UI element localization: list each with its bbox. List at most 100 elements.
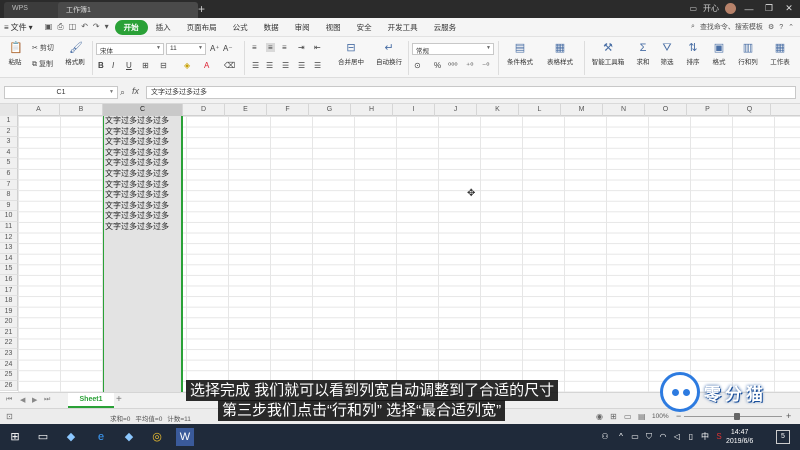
first-sheet-icon[interactable]: ⏮ (6, 396, 12, 404)
zoom-in-button[interactable]: + (786, 411, 791, 421)
tab-workbook[interactable]: 工作簿1 (58, 2, 198, 18)
menu-item-page-layout[interactable]: 页面布局 (179, 22, 225, 33)
column-header-o[interactable]: O (645, 104, 687, 116)
avatar[interactable] (725, 3, 736, 14)
fx-icon[interactable]: fx (132, 86, 139, 96)
column-header-m[interactable]: M (561, 104, 603, 116)
minimize-icon[interactable]: — (742, 4, 756, 14)
monitor-icon[interactable]: ▭ (689, 4, 697, 13)
user-name[interactable]: 开心 (703, 3, 719, 14)
worksheet-button[interactable]: ▦ 工作表 (766, 42, 794, 66)
name-box[interactable]: C1 ▼ (4, 86, 118, 99)
column-header-e[interactable]: E (225, 104, 267, 116)
column-header-i[interactable]: I (393, 104, 435, 116)
notification-center-icon[interactable]: 5 (776, 430, 790, 444)
row-header[interactable]: 13 (0, 243, 18, 254)
sheet-tab-sheet1[interactable]: Sheet1 (68, 393, 114, 408)
format-button[interactable]: ▣ 格式 (708, 42, 730, 66)
decrease-decimal-icon[interactable]: ⁻⁰ (482, 61, 489, 70)
cell-c10[interactable]: 文字过多过多过多 (104, 211, 181, 222)
align-middle-icon[interactable]: ≡ (266, 43, 275, 52)
column-header-k[interactable]: K (477, 104, 519, 116)
eraser-icon[interactable]: ⌫ (224, 61, 235, 70)
row-header[interactable]: 2 (0, 126, 18, 138)
percent-icon[interactable]: % (434, 61, 441, 70)
font-name-select[interactable]: 宋体 ▼ (96, 43, 164, 55)
currency-icon[interactable]: ⊙ (414, 61, 421, 70)
print-icon[interactable]: ⎙ (57, 22, 63, 32)
selected-column-c[interactable]: 文字过多过多过多 文字过多过多过多 文字过多过多过多 文字过多过多过多 文字过多… (103, 116, 183, 392)
column-header-h[interactable]: H (351, 104, 393, 116)
formula-input[interactable]: 文字过多过多过多 (146, 86, 796, 99)
magnifier-icon[interactable]: ⌕ (120, 87, 125, 98)
reading-view-icon[interactable]: ▤ (638, 412, 646, 421)
align-right-icon[interactable]: ☰ (282, 61, 289, 70)
column-header-c[interactable]: C (103, 104, 183, 116)
row-header[interactable]: 24 (0, 359, 18, 371)
format-painter-button[interactable]: 🖌 格式刷 (62, 42, 88, 66)
wps-icon[interactable]: W (176, 428, 194, 446)
cell-c4[interactable]: 文字过多过多过多 (104, 148, 181, 159)
start-icon[interactable]: ⊞ (6, 428, 24, 446)
align-left-icon[interactable]: ☰ (252, 61, 259, 70)
cut-button[interactable]: ✂ 剪切 (32, 43, 54, 53)
increase-font-icon[interactable]: A⁺ (210, 44, 220, 53)
sort-button[interactable]: ⇅ 排序 (682, 42, 704, 66)
cell-c7[interactable]: 文字过多过多过多 (104, 180, 181, 191)
bold-icon[interactable]: B (98, 61, 104, 70)
add-sheet-button[interactable]: + (116, 394, 122, 405)
menu-item-review[interactable]: 审阅 (287, 22, 318, 33)
cell-c2[interactable]: 文字过多过多过多 (104, 127, 181, 138)
app-icon[interactable]: ◆ (120, 428, 138, 446)
preview-icon[interactable]: ◫ (69, 22, 77, 32)
merge-center-button[interactable]: ⊟ 合并居中 (332, 42, 370, 66)
copy-button[interactable]: ⧉ 复制 (32, 59, 53, 69)
row-header[interactable]: 20 (0, 317, 18, 328)
outdent-icon[interactable]: ⇤ (314, 43, 321, 52)
column-header-j[interactable]: J (435, 104, 477, 116)
cell-c6[interactable]: 文字过多过多过多 (104, 169, 181, 180)
row-header[interactable]: 14 (0, 253, 18, 265)
command-search[interactable]: 查找命令、搜索模板 (700, 22, 763, 32)
zoom-out-button[interactable]: − (676, 411, 681, 421)
app-icon[interactable]: ◆ (62, 428, 80, 446)
row-header[interactable]: 15 (0, 264, 18, 275)
clock[interactable]: 14:47 2019/6/6 (726, 428, 753, 446)
next-sheet-icon[interactable]: ▶ (32, 396, 37, 404)
row-header[interactable]: 22 (0, 338, 18, 350)
row-header[interactable]: 11 (0, 221, 18, 233)
row-header[interactable]: 1 (0, 116, 18, 127)
menu-item-cloud[interactable]: 云服务 (426, 22, 465, 33)
settings-icon[interactable]: ⚙ (768, 23, 774, 31)
italic-icon[interactable]: I (112, 61, 114, 70)
number-format-select[interactable]: 常规 ▼ (412, 43, 494, 55)
maximize-icon[interactable]: ❐ (762, 3, 776, 14)
sum-button[interactable]: Σ 求和 (632, 42, 654, 66)
zoom-slider-track[interactable] (684, 416, 782, 417)
cell-c1[interactable]: 文字过多过多过多 (104, 116, 181, 127)
menu-item-home[interactable]: 开始 (114, 19, 148, 35)
justify-icon[interactable]: ☰ (298, 61, 305, 70)
distribute-icon[interactable]: ☰ (314, 61, 321, 70)
row-header[interactable]: 7 (0, 179, 18, 191)
zoom-level[interactable]: 100% (652, 413, 669, 420)
smart-toolbox-button[interactable]: ⚒ 智能工具箱 (588, 42, 628, 66)
zoom-slider-handle[interactable] (734, 413, 740, 420)
cell-c11[interactable]: 文字过多过多过多 (104, 222, 181, 233)
column-header-n[interactable]: N (603, 104, 645, 116)
paste-button[interactable]: 📋 粘贴 (4, 42, 26, 66)
row-header[interactable]: 10 (0, 211, 18, 222)
column-header-d[interactable]: D (183, 104, 225, 116)
align-center-icon[interactable]: ☰ (266, 61, 273, 70)
normal-view-icon[interactable]: ⊞ (610, 412, 617, 421)
font-size-select[interactable]: 11 ▼ (166, 43, 206, 55)
row-header[interactable]: 25 (0, 370, 18, 381)
menu-item-view[interactable]: 视图 (318, 22, 349, 33)
row-header[interactable]: 23 (0, 349, 18, 360)
row-header[interactable]: 19 (0, 306, 18, 318)
collapse-ribbon-icon[interactable]: ⌃ (788, 23, 794, 31)
row-header[interactable]: 18 (0, 296, 18, 307)
cell-c8[interactable]: 文字过多过多过多 (104, 190, 181, 201)
menu-item-security[interactable]: 安全 (349, 22, 380, 33)
last-sheet-icon[interactable]: ⏭ (44, 396, 50, 404)
